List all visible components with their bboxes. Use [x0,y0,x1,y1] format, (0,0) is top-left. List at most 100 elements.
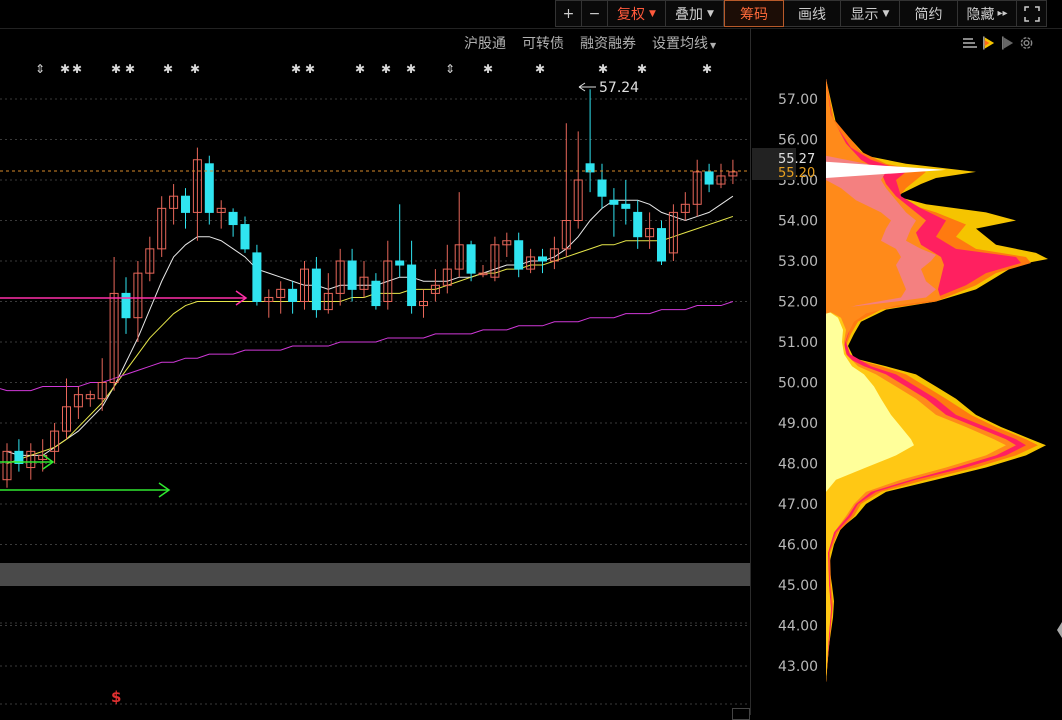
candle-body [657,228,666,262]
candle [585,89,595,193]
candle-body [609,199,619,205]
price-tick-label: 54.00 [778,214,818,230]
candle [335,248,345,306]
candle-body [514,240,524,270]
ma-purple-lead [0,388,8,392]
price-tick-label: 50.00 [778,376,818,392]
chip-panel-divider [750,28,751,715]
candle [276,281,286,314]
event-star-marker[interactable]: ✱ [381,62,391,76]
event-star-marker[interactable]: ✱ [535,62,545,76]
candle [502,232,512,257]
candle [2,443,12,488]
candle [549,236,559,270]
event-star-marker[interactable]: ✱ [483,62,493,76]
candle-body [538,256,547,262]
event-star-marker[interactable]: ✱ [637,62,647,76]
candle [359,261,369,298]
price-tick-label: 43.00 [778,659,818,675]
event-markers: ⇕ ✱ ✱ ✱ ✱ ✱ ✱ ✱ ✱ ✱ ✱ ✱ ⇕ ✱ ✱ ✱ ✱ ✱ [35,62,712,76]
candle [383,240,393,310]
candle [395,204,405,278]
candle [323,273,333,314]
candle [204,155,214,225]
dividend-marker: $ [111,688,121,706]
price-tick-label: 44.00 [778,619,818,635]
candle-body [228,211,238,226]
pane-toggle-button[interactable] [732,708,750,720]
candle [264,289,274,318]
price-tick-label: 47.00 [778,497,818,513]
candle-body [288,288,298,303]
candle [50,423,60,464]
current-price-tag: 55.27 [778,152,815,167]
candle-body [371,280,381,307]
high-price-label: 57.24 [599,80,639,96]
pane-separator[interactable] [0,563,750,586]
candle [645,212,655,249]
candle [633,200,643,249]
event-star-marker[interactable]: ✱ [291,62,301,76]
chip-distribution [826,78,1062,683]
candle-body [597,179,607,197]
event-star-marker[interactable]: ✱ [406,62,416,76]
price-tick-label: 56.00 [778,133,818,149]
event-star-marker[interactable]: ✱ [111,62,121,76]
event-star-marker[interactable]: ✱ [598,62,608,76]
candle [347,248,357,302]
candle [692,159,702,217]
candle-body [347,260,357,290]
event-star-marker[interactable]: ✱ [305,62,315,76]
candle [121,277,131,334]
candle-body [704,171,714,185]
candle [490,236,500,282]
candle [407,240,417,314]
candle-body [181,195,190,213]
candle [181,188,190,229]
candle [311,256,321,318]
price-tick-label: 46.00 [778,538,818,554]
candle [538,248,547,274]
event-star-marker[interactable]: ⇕ [35,62,45,76]
candle [716,163,726,189]
ma-yellow-line [6,215,734,464]
event-star-marker[interactable]: ✱ [72,62,82,76]
candle [573,131,583,229]
price-tick-label: 45.00 [778,578,818,594]
candle [597,163,607,209]
candle [62,378,71,440]
candle [288,281,298,314]
event-star-marker[interactable]: ✱ [125,62,135,76]
candle [680,192,690,221]
candle-body [466,244,476,274]
candle [609,188,619,237]
candle-body [311,268,321,311]
candle [657,220,666,266]
candlesticks [2,89,738,488]
event-star-marker[interactable]: ✱ [190,62,200,76]
candle [621,180,631,225]
candle [157,196,167,257]
event-star-marker[interactable]: ✱ [702,62,712,76]
candle [430,269,440,302]
event-star-marker[interactable]: ✱ [60,62,70,76]
price-tick-label: 52.00 [778,295,818,311]
candle [704,163,714,193]
ma-white-line [6,195,734,456]
ref-price-tag: 55.20 [778,166,815,181]
candle [73,386,83,419]
candle [419,289,428,318]
candle [85,390,95,407]
event-star-marker[interactable]: ⇕ [445,62,455,76]
price-grid [0,98,750,705]
candle [216,200,226,229]
price-tick-label: 57.00 [778,92,818,108]
event-star-marker[interactable]: ✱ [355,62,365,76]
collapse-handle-icon[interactable] [1057,622,1062,638]
candle-body [407,264,417,307]
candle [371,273,381,310]
chip-layer-4 [826,309,1006,683]
kline-chart[interactable]: ⇕ ✱ ✱ ✱ ✱ ✱ ✱ ✱ ✱ ✱ ✱ ✱ ⇕ ✱ ✱ ✱ ✱ ✱ 57.0056.0055.0054.005… [0,0,1062,715]
event-star-marker[interactable]: ✱ [163,62,173,76]
candle [169,184,179,225]
